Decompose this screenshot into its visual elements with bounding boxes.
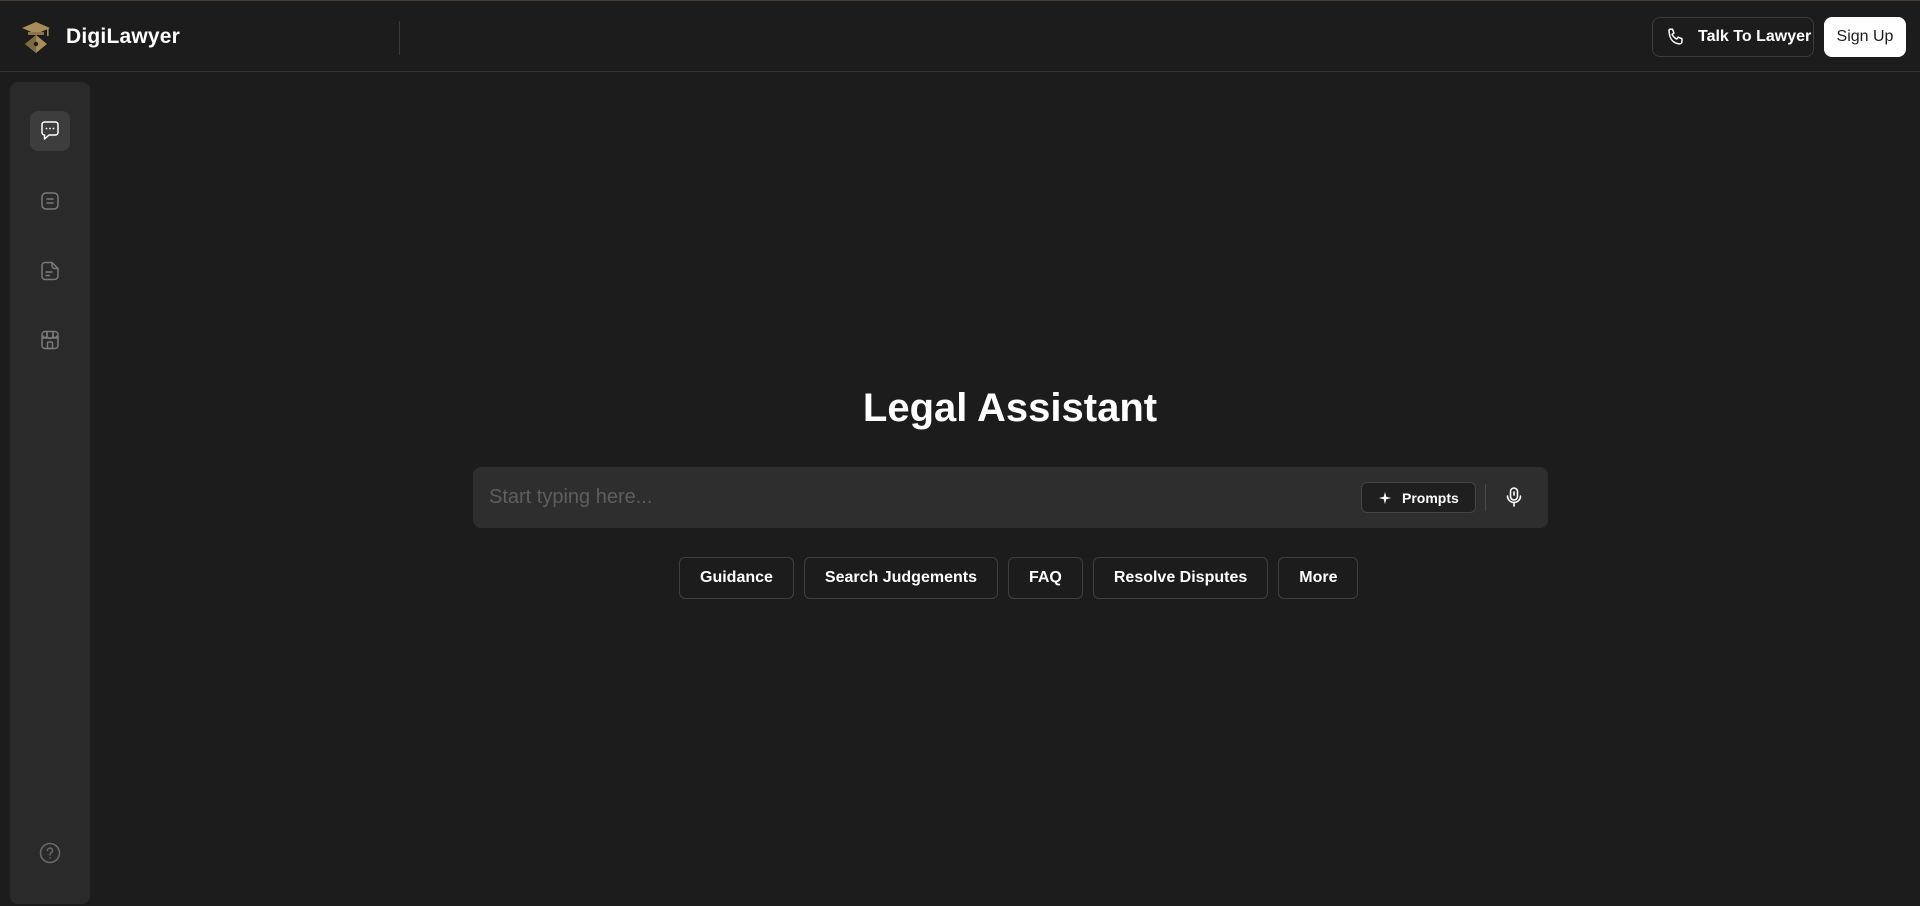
prompts-label: Prompts <box>1402 489 1459 506</box>
sidebar-item-notes[interactable] <box>30 181 70 221</box>
brand-logo-icon <box>22 22 50 53</box>
sidebar <box>10 82 90 904</box>
sidebar-item-marketplace[interactable] <box>30 320 70 360</box>
sparkle-icon <box>1378 491 1392 504</box>
document-icon <box>41 261 59 281</box>
chip-guidance[interactable]: Guidance <box>679 557 794 599</box>
sidebar-item-document[interactable] <box>30 251 70 291</box>
chip-more[interactable]: More <box>1278 557 1359 599</box>
top-bar: DigiLawyer Talk To Lawyer Sign Up <box>0 0 1920 72</box>
prompts-button[interactable]: Prompts <box>1361 482 1476 513</box>
brand[interactable]: DigiLawyer <box>18 17 180 57</box>
chat-bubble-icon <box>41 121 59 140</box>
suggestion-chips: Guidance Search Judgements FAQ Resolve D… <box>679 557 1359 599</box>
chip-faq[interactable]: FAQ <box>1007 557 1083 599</box>
talk-to-lawyer-button[interactable]: Talk To Lawyer <box>1652 17 1814 57</box>
notes-icon <box>41 192 59 210</box>
page-title: Legal Assistant <box>862 386 1158 430</box>
search-box: Prompts <box>473 467 1548 528</box>
help-circle-icon <box>39 842 61 864</box>
sidebar-item-help[interactable] <box>30 833 70 873</box>
search-divider <box>1485 484 1486 511</box>
sign-up-button[interactable]: Sign Up <box>1824 17 1906 57</box>
microphone-icon <box>1506 487 1522 507</box>
header-divider <box>399 21 400 55</box>
storefront-icon <box>41 330 59 350</box>
search-input[interactable] <box>489 467 1369 528</box>
chip-resolve-disputes[interactable]: Resolve Disputes <box>1092 557 1269 599</box>
chip-search-judgements[interactable]: Search Judgements <box>803 557 998 599</box>
microphone-button[interactable] <box>1498 481 1530 513</box>
sidebar-item-chat[interactable] <box>30 111 70 151</box>
talk-to-lawyer-label: Talk To Lawyer <box>1698 28 1812 45</box>
phone-icon <box>1668 28 1683 45</box>
brand-name: DigiLawyer <box>66 25 181 48</box>
